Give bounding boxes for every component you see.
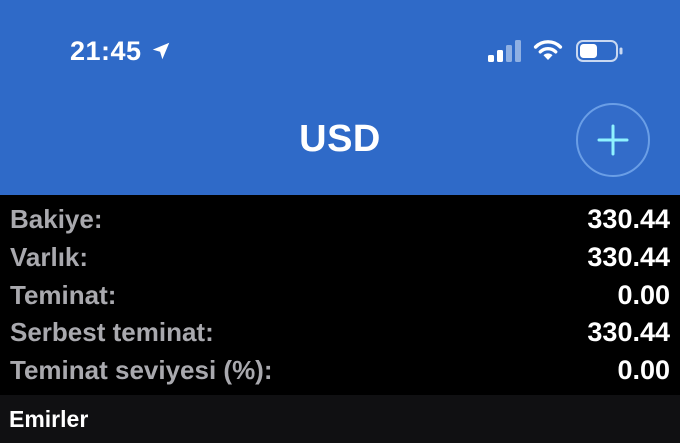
add-order-button[interactable]	[576, 103, 650, 177]
balance-value: 330.44	[587, 203, 670, 234]
balance-label: Bakiye:	[10, 203, 103, 234]
cellular-signal-icon	[488, 40, 521, 62]
margin-label: Teminat:	[10, 279, 117, 310]
margin-level-value: 0.00	[617, 354, 670, 385]
header-bar: 21:45 USD	[0, 0, 680, 195]
summary-row-free-margin: Serbest teminat: 330.44	[10, 314, 670, 350]
free-margin-label: Serbest teminat:	[10, 316, 214, 347]
status-time-group: 21:45	[70, 34, 172, 68]
location-arrow-icon	[152, 42, 169, 60]
plus-icon	[597, 124, 629, 156]
account-summary: Bakiye: 330.44 Varlık: 330.44 Teminat: 0…	[0, 195, 680, 395]
trade-screen: 21:45 USD Bakiye: 330.44 Varlık: 330.44 …	[0, 0, 680, 443]
margin-level-label: Teminat seviyesi (%):	[10, 354, 273, 385]
equity-label: Varlık:	[10, 241, 89, 272]
free-margin-value: 330.44	[587, 316, 670, 347]
margin-value: 0.00	[617, 279, 670, 310]
orders-title: Emirler	[9, 405, 89, 432]
battery-icon	[576, 40, 623, 62]
status-bar: 21:45	[0, 0, 680, 100]
summary-row-margin-level: Teminat seviyesi (%): 0.00	[10, 352, 670, 388]
orders-section-header: Emirler	[0, 395, 680, 443]
wifi-icon	[533, 40, 563, 60]
summary-row-margin: Teminat: 0.00	[10, 277, 670, 313]
summary-row-equity: Varlık: 330.44	[10, 239, 670, 275]
equity-value: 330.44	[587, 241, 670, 272]
summary-row-balance: Bakiye: 330.44	[10, 201, 670, 237]
status-time: 21:45	[70, 35, 142, 66]
